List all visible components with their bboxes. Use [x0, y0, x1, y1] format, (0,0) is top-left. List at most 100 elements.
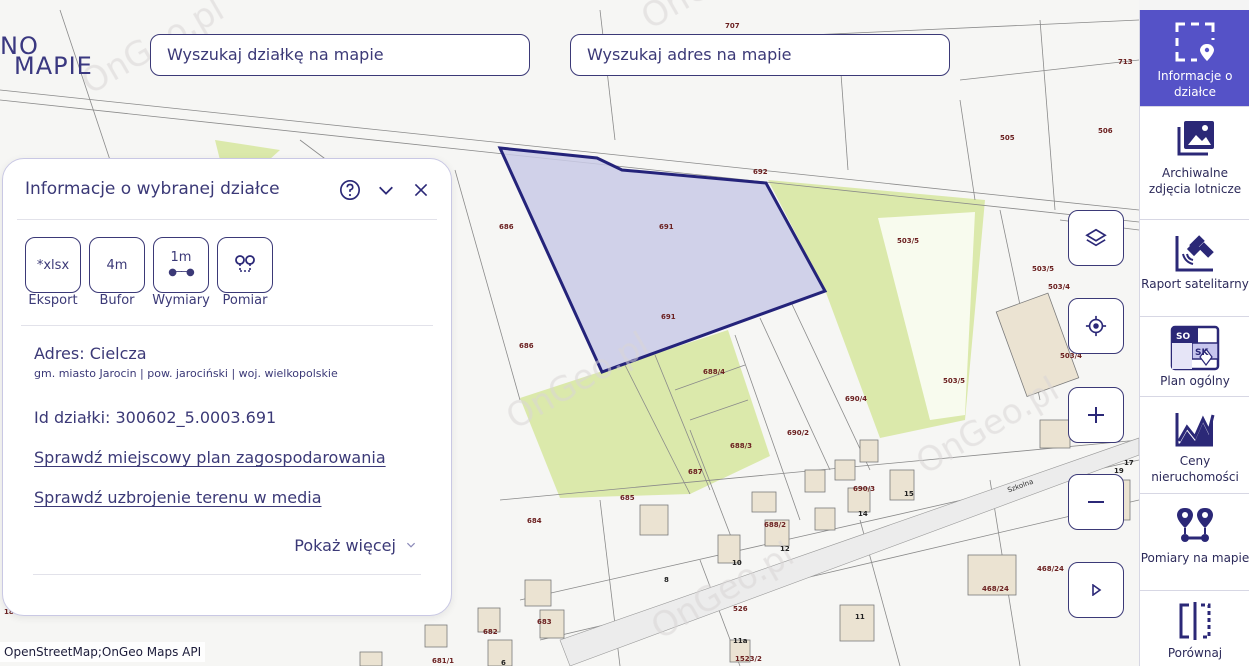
minus-icon	[1088, 501, 1104, 503]
zoom-in-button[interactable]	[1068, 387, 1124, 443]
parcel-info-icon	[1175, 22, 1215, 62]
locate-button[interactable]	[1068, 298, 1124, 354]
parcel-label: 503/5	[1032, 265, 1055, 273]
parcel-label: 503/5	[897, 237, 920, 245]
sidebar-item-general-plan[interactable]: SO SK Plan ogólny	[1140, 317, 1249, 397]
panel-title: Informacje o wybranej działce	[25, 179, 280, 199]
parcel-label: 503/4	[1048, 283, 1071, 291]
parcel-label: 690/2	[787, 429, 810, 437]
parcel-address: Adres: Cielcza	[34, 344, 147, 363]
house-number: 10	[732, 559, 742, 567]
help-icon	[340, 180, 360, 200]
sidebar-label: Pomiary na mapie	[1140, 551, 1249, 565]
local-plan-link[interactable]: Sprawdź miejscowy plan zagospodarowania	[34, 448, 386, 467]
parcel-label: 685	[620, 494, 635, 502]
house-number: 14	[858, 510, 868, 518]
sidebar-label: Plan ogólny	[1160, 374, 1230, 388]
sidebar-item-map-measurements[interactable]: Pomiary na mapie	[1140, 494, 1249, 591]
tool-label-measure: Pomiar	[222, 293, 268, 308]
house-number: 11a	[733, 637, 748, 645]
sidebar-label: Porównaj	[1167, 646, 1223, 660]
parcel-label: 686	[519, 342, 534, 350]
sidebar-item-parcel-info[interactable]: Informacje o działce	[1140, 10, 1249, 107]
expand-button[interactable]	[1068, 562, 1124, 618]
right-sidebar: Informacje o działce Archiwalne zdjęcia …	[1139, 10, 1249, 666]
sidebar-label: Archiwalne zdjęcia lotnicze	[1148, 166, 1242, 196]
layers-button[interactable]	[1068, 210, 1124, 266]
parcel-label: 707	[725, 22, 740, 30]
collapse-button[interactable]	[373, 177, 399, 203]
close-icon	[414, 183, 428, 197]
parcel-label: 688/4	[703, 368, 726, 376]
map-attribution[interactable]: OpenStreetMap;OnGeo Maps API	[0, 642, 206, 662]
house-number: 17	[1124, 459, 1134, 467]
house-number: 12	[780, 545, 790, 553]
parcel-label: 690/3	[853, 485, 876, 493]
parcel-label: 690/4	[845, 395, 868, 403]
svg-text:OnGeo.pl: OnGeo.pl	[635, 0, 792, 38]
locate-icon	[1085, 315, 1107, 337]
xlsx-icon: *xlsx	[36, 257, 70, 273]
plus-icon	[1088, 407, 1104, 423]
parcel-label: 468/24	[982, 585, 1009, 593]
compare-icon	[1179, 602, 1211, 640]
parcel-label: 505	[1000, 134, 1015, 142]
chevron-down-icon	[379, 186, 393, 195]
logo-bottom: MAPIE	[14, 52, 93, 80]
sidebar-item-compare[interactable]: Porównaj	[1140, 591, 1249, 666]
divider	[17, 219, 437, 220]
parcel-label: 506	[1098, 127, 1113, 135]
divider	[21, 325, 433, 326]
divider	[33, 574, 421, 575]
measure-button[interactable]	[217, 237, 273, 293]
plan-code-sk: SK	[1195, 348, 1209, 358]
parcel-label: 1523/2	[735, 655, 762, 663]
close-button[interactable]	[408, 177, 434, 203]
zoom-out-button[interactable]	[1068, 474, 1124, 530]
tool-label-export: Eksport	[28, 293, 78, 308]
parcel-label: 682	[483, 628, 498, 636]
parcel-label: 468/24	[1037, 565, 1064, 573]
address-search-input[interactable]: Wyszukaj adres na mapie	[570, 34, 950, 76]
buffer-button[interactable]: 4m	[89, 237, 145, 293]
export-xlsx-button[interactable]: *xlsx	[25, 237, 81, 293]
app-logo[interactable]: NO MAPIE	[0, 34, 93, 80]
dimensions-button[interactable]: 1m ●──●	[153, 237, 209, 293]
parcel-label: 503/5	[943, 377, 966, 385]
sidebar-item-aerial-photos[interactable]: Archiwalne zdjęcia lotnicze	[1140, 107, 1249, 220]
parcel-label: 683	[537, 618, 552, 626]
parcel-id: Id działki: 300602_5.0003.691	[34, 408, 277, 427]
utilities-link[interactable]: Sprawdź uzbrojenie terenu w media	[34, 488, 322, 507]
parcel-label: 692	[753, 168, 768, 176]
plan-code-so: SO	[1176, 332, 1190, 342]
house-number: 15	[904, 490, 914, 498]
help-button[interactable]	[337, 177, 363, 203]
sidebar-item-satellite-report[interactable]: Raport satelitarny	[1140, 220, 1249, 317]
measure-pins-icon	[235, 255, 255, 272]
parcel-label: 681/1	[432, 657, 455, 665]
price-chart-icon	[1175, 413, 1215, 447]
tool-label-dimensions: Wymiary	[152, 293, 210, 308]
show-more-label: Pokaż więcej	[294, 536, 396, 555]
show-more-button[interactable]: Pokaż więcej	[294, 536, 417, 555]
tool-label-buffer: Bufor	[99, 293, 135, 308]
general-plan-icon: SO SK	[1170, 325, 1220, 371]
parcel-label: 713	[1118, 58, 1133, 66]
house-number: 6	[501, 659, 506, 666]
parcel-search-input[interactable]: Wyszukaj działkę na mapie	[150, 34, 530, 76]
chevron-down-icon	[406, 542, 416, 548]
parcel-info-panel: Informacje o wybranej działce *xlsx 4m 1…	[2, 158, 452, 616]
sidebar-label: Raport satelitarny	[1141, 277, 1249, 291]
layers-icon	[1085, 228, 1107, 247]
dimensions-icon-text: 1m	[170, 249, 192, 265]
sidebar-item-property-prices[interactable]: Ceny nieruchomości	[1140, 397, 1249, 494]
parcel-label: 687	[688, 468, 703, 476]
play-icon	[1092, 584, 1102, 596]
parcel-label: 691	[661, 313, 676, 321]
house-number: 8	[664, 576, 669, 584]
parcel-label: 691	[659, 223, 674, 231]
buffer-icon: 4m	[106, 257, 128, 273]
parcel-label: 526	[733, 605, 748, 613]
parcel-label: 686	[499, 223, 514, 231]
parcel-label: 688/2	[764, 521, 787, 529]
